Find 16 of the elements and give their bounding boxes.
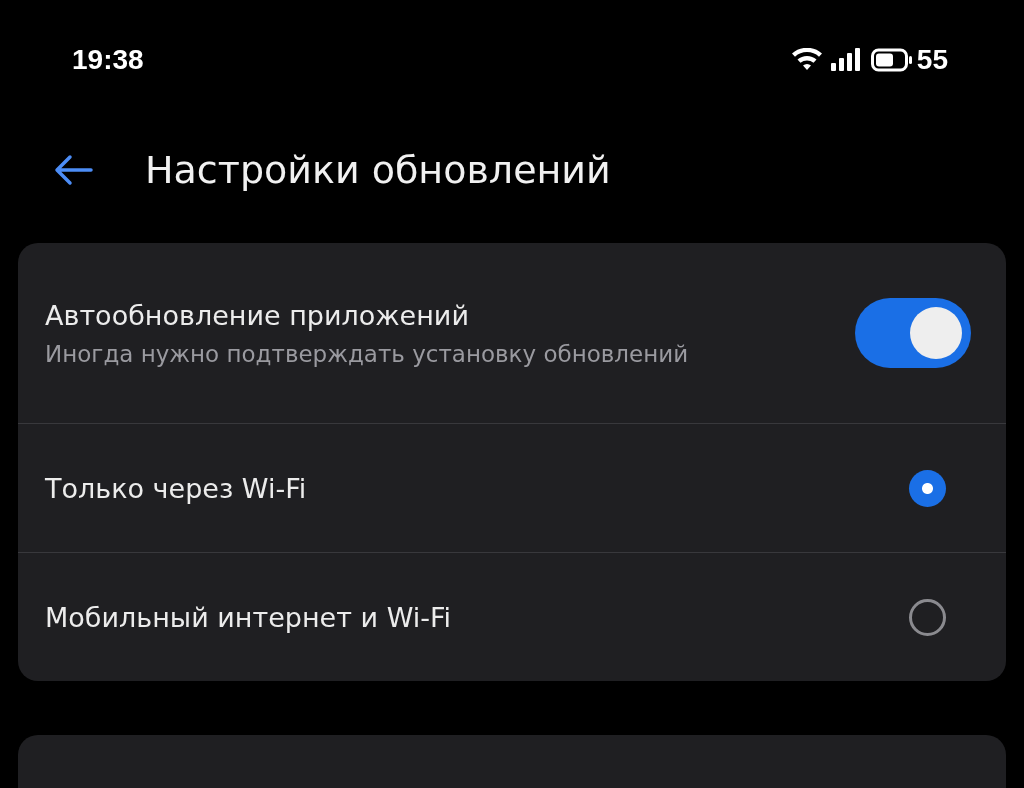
setting-label: Автообновление приложений — [45, 299, 470, 331]
setting-label: Мобильный интернет и Wi-Fi — [45, 601, 452, 633]
status-time: 19:38 — [72, 44, 144, 76]
battery-icon — [870, 48, 913, 72]
settings-row[interactable]: Только через Wi-Fi — [18, 423, 1006, 552]
settings-row[interactable]: Мобильный интернет и Wi-Fi — [18, 552, 1006, 681]
radio-button[interactable] — [909, 469, 946, 507]
radio-button[interactable] — [909, 598, 946, 636]
back-arrow-icon[interactable] — [53, 154, 93, 186]
wifi-icon — [790, 48, 823, 72]
setting-label: Только через Wi-Fi — [45, 472, 307, 504]
settings-row[interactable]: Автообновление приложений Иногда нужно подтверждать установку обновлений — [18, 243, 1006, 423]
battery-level: 55 — [916, 44, 948, 76]
setting-description: Иногда нужно подтверждать установку обновлений — [45, 340, 689, 367]
signal-icon — [830, 48, 863, 72]
page-title: Настройки обновлений — [145, 148, 611, 192]
